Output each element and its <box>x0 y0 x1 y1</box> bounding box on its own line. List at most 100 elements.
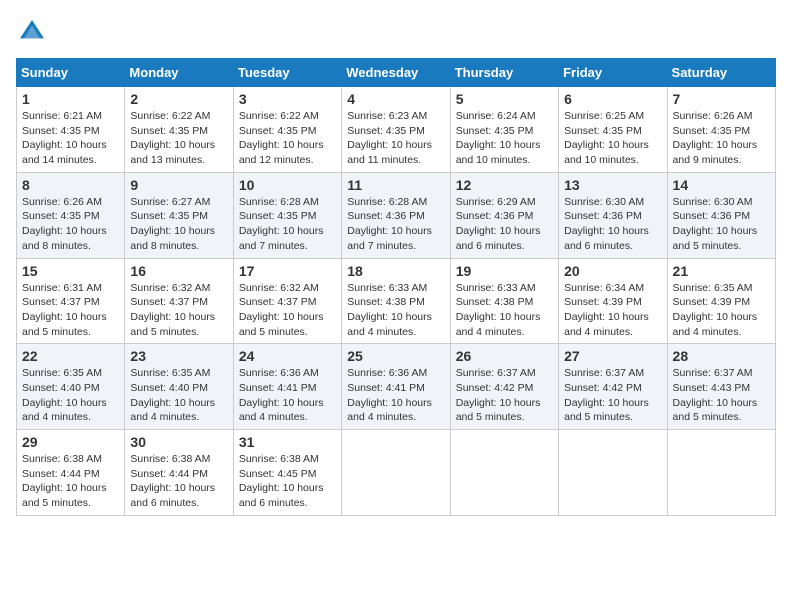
day-number: 2 <box>130 91 227 107</box>
calendar-cell: 24Sunrise: 6:36 AM Sunset: 4:41 PM Dayli… <box>233 344 341 430</box>
day-info: Sunrise: 6:22 AM Sunset: 4:35 PM Dayligh… <box>130 109 227 168</box>
calendar-cell: 23 Sunrise: 6:35 AM Sunset: 4:40 PM Dayli… <box>125 344 233 430</box>
day-number: 1 <box>22 91 119 107</box>
calendar-cell: 27 Sunrise: 6:37 AM Sunset: 4:42 PM Dayli… <box>559 344 667 430</box>
calendar-cell: 6 Sunrise: 6:25 AM Sunset: 4:35 PM Daylig… <box>559 87 667 173</box>
header-day-thursday: Thursday <box>450 59 558 87</box>
header-day-wednesday: Wednesday <box>342 59 450 87</box>
day-number: 24 <box>239 348 336 364</box>
day-info: Sunrise: 6:34 AM Sunset: 4:39 PM Dayligh… <box>564 281 661 340</box>
calendar-cell: 21 Sunrise: 6:35 AM Sunset: 4:39 PM Dayli… <box>667 258 775 344</box>
calendar-body: 1 Sunrise: 6:21 AM Sunset: 4:35 PM Daylig… <box>17 87 776 516</box>
day-number: 23 <box>130 348 227 364</box>
calendar-cell: 18 Sunrise: 6:33 AM Sunset: 4:38 PM Dayli… <box>342 258 450 344</box>
calendar-cell: 8Sunrise: 6:26 AM Sunset: 4:35 PM Daylig… <box>17 172 125 258</box>
day-number: 15 <box>22 263 119 279</box>
day-number: 22 <box>22 348 119 364</box>
calendar-cell: 16 Sunrise: 6:32 AM Sunset: 4:37 PM Dayli… <box>125 258 233 344</box>
day-number: 25 <box>347 348 444 364</box>
day-info: Sunrise: 6:30 AM Sunset: 4:36 PM Dayligh… <box>564 195 661 254</box>
calendar-week-4: 22 Sunrise: 6:35 AM Sunset: 4:40 PM Dayli… <box>17 344 776 430</box>
calendar-cell: 30 Sunrise: 6:38 AM Sunset: 4:44 PM Dayli… <box>125 430 233 516</box>
day-number: 11 <box>347 177 444 193</box>
calendar-cell: 29 Sunrise: 6:38 AM Sunset: 4:44 PM Dayli… <box>17 430 125 516</box>
calendar-cell: 31 Sunrise: 6:38 AM Sunset: 4:45 PM Dayli… <box>233 430 341 516</box>
day-info: Sunrise: 6:31 AM Sunset: 4:37 PM Dayligh… <box>22 281 119 340</box>
day-info: Sunrise: 6:28 AM Sunset: 4:36 PM Dayligh… <box>347 195 444 254</box>
day-info: Sunrise: 6:27 AM Sunset: 4:35 PM Dayligh… <box>130 195 227 254</box>
calendar-cell <box>450 430 558 516</box>
logo-icon <box>16 16 48 48</box>
calendar-cell: 7Sunrise: 6:26 AM Sunset: 4:35 PM Daylig… <box>667 87 775 173</box>
day-info: Sunrise: 6:35 AM Sunset: 4:40 PM Dayligh… <box>130 366 227 425</box>
day-info: Sunrise: 6:32 AM Sunset: 4:37 PM Dayligh… <box>130 281 227 340</box>
day-info: Sunrise: 6:36 AM Sunset: 4:41 PM Dayligh… <box>347 366 444 425</box>
calendar-table: SundayMondayTuesdayWednesdayThursdayFrid… <box>16 58 776 516</box>
calendar-week-5: 29 Sunrise: 6:38 AM Sunset: 4:44 PM Dayli… <box>17 430 776 516</box>
day-number: 8 <box>22 177 119 193</box>
calendar-cell <box>559 430 667 516</box>
day-number: 18 <box>347 263 444 279</box>
day-number: 6 <box>564 91 661 107</box>
day-info: Sunrise: 6:22 AM Sunset: 4:35 PM Dayligh… <box>239 109 336 168</box>
calendar-cell: 13 Sunrise: 6:30 AM Sunset: 4:36 PM Dayli… <box>559 172 667 258</box>
day-number: 4 <box>347 91 444 107</box>
day-info: Sunrise: 6:35 AM Sunset: 4:39 PM Dayligh… <box>673 281 770 340</box>
calendar-cell: 22 Sunrise: 6:35 AM Sunset: 4:40 PM Dayli… <box>17 344 125 430</box>
day-info: Sunrise: 6:28 AM Sunset: 4:35 PM Dayligh… <box>239 195 336 254</box>
day-number: 21 <box>673 263 770 279</box>
day-number: 9 <box>130 177 227 193</box>
header-row: SundayMondayTuesdayWednesdayThursdayFrid… <box>17 59 776 87</box>
header-day-tuesday: Tuesday <box>233 59 341 87</box>
calendar-header: SundayMondayTuesdayWednesdayThursdayFrid… <box>17 59 776 87</box>
calendar-cell: 14 Sunrise: 6:30 AM Sunset: 4:36 PM Dayli… <box>667 172 775 258</box>
day-info: Sunrise: 6:29 AM Sunset: 4:36 PM Dayligh… <box>456 195 553 254</box>
header-day-friday: Friday <box>559 59 667 87</box>
day-info: Sunrise: 6:24 AM Sunset: 4:35 PM Dayligh… <box>456 109 553 168</box>
day-number: 7 <box>673 91 770 107</box>
day-info: Sunrise: 6:38 AM Sunset: 4:44 PM Dayligh… <box>130 452 227 511</box>
calendar-cell: 19 Sunrise: 6:33 AM Sunset: 4:38 PM Dayli… <box>450 258 558 344</box>
day-info: Sunrise: 6:37 AM Sunset: 4:43 PM Dayligh… <box>673 366 770 425</box>
calendar-cell: 11 Sunrise: 6:28 AM Sunset: 4:36 PM Dayli… <box>342 172 450 258</box>
day-number: 5 <box>456 91 553 107</box>
calendar-cell: 3 Sunrise: 6:22 AM Sunset: 4:35 PM Daylig… <box>233 87 341 173</box>
day-info: Sunrise: 6:38 AM Sunset: 4:45 PM Dayligh… <box>239 452 336 511</box>
calendar-week-1: 1 Sunrise: 6:21 AM Sunset: 4:35 PM Daylig… <box>17 87 776 173</box>
day-number: 26 <box>456 348 553 364</box>
day-number: 30 <box>130 434 227 450</box>
day-number: 29 <box>22 434 119 450</box>
day-number: 27 <box>564 348 661 364</box>
day-info: Sunrise: 6:37 AM Sunset: 4:42 PM Dayligh… <box>564 366 661 425</box>
day-number: 16 <box>130 263 227 279</box>
day-number: 3 <box>239 91 336 107</box>
calendar-cell: 26 Sunrise: 6:37 AM Sunset: 4:42 PM Dayli… <box>450 344 558 430</box>
header-day-sunday: Sunday <box>17 59 125 87</box>
day-number: 31 <box>239 434 336 450</box>
day-number: 12 <box>456 177 553 193</box>
day-info: Sunrise: 6:30 AM Sunset: 4:36 PM Dayligh… <box>673 195 770 254</box>
day-info: Sunrise: 6:38 AM Sunset: 4:44 PM Dayligh… <box>22 452 119 511</box>
day-number: 19 <box>456 263 553 279</box>
calendar-cell: 25 Sunrise: 6:36 AM Sunset: 4:41 PM Dayli… <box>342 344 450 430</box>
day-info: Sunrise: 6:33 AM Sunset: 4:38 PM Dayligh… <box>347 281 444 340</box>
calendar-cell: 17 Sunrise: 6:32 AM Sunset: 4:37 PM Dayli… <box>233 258 341 344</box>
day-info: Sunrise: 6:32 AM Sunset: 4:37 PM Dayligh… <box>239 281 336 340</box>
day-info: Sunrise: 6:37 AM Sunset: 4:42 PM Dayligh… <box>456 366 553 425</box>
calendar-cell: 4 Sunrise: 6:23 AM Sunset: 4:35 PM Daylig… <box>342 87 450 173</box>
day-number: 14 <box>673 177 770 193</box>
calendar-cell <box>342 430 450 516</box>
calendar-cell: 10 Sunrise: 6:28 AM Sunset: 4:35 PM Dayli… <box>233 172 341 258</box>
calendar-week-2: 8Sunrise: 6:26 AM Sunset: 4:35 PM Daylig… <box>17 172 776 258</box>
day-number: 13 <box>564 177 661 193</box>
day-info: Sunrise: 6:35 AM Sunset: 4:40 PM Dayligh… <box>22 366 119 425</box>
day-number: 17 <box>239 263 336 279</box>
calendar-week-3: 15 Sunrise: 6:31 AM Sunset: 4:37 PM Dayli… <box>17 258 776 344</box>
calendar-cell: 9 Sunrise: 6:27 AM Sunset: 4:35 PM Daylig… <box>125 172 233 258</box>
day-info: Sunrise: 6:23 AM Sunset: 4:35 PM Dayligh… <box>347 109 444 168</box>
day-number: 10 <box>239 177 336 193</box>
day-info: Sunrise: 6:25 AM Sunset: 4:35 PM Dayligh… <box>564 109 661 168</box>
calendar-cell: 28Sunrise: 6:37 AM Sunset: 4:43 PM Dayli… <box>667 344 775 430</box>
day-info: Sunrise: 6:33 AM Sunset: 4:38 PM Dayligh… <box>456 281 553 340</box>
day-info: Sunrise: 6:21 AM Sunset: 4:35 PM Dayligh… <box>22 109 119 168</box>
